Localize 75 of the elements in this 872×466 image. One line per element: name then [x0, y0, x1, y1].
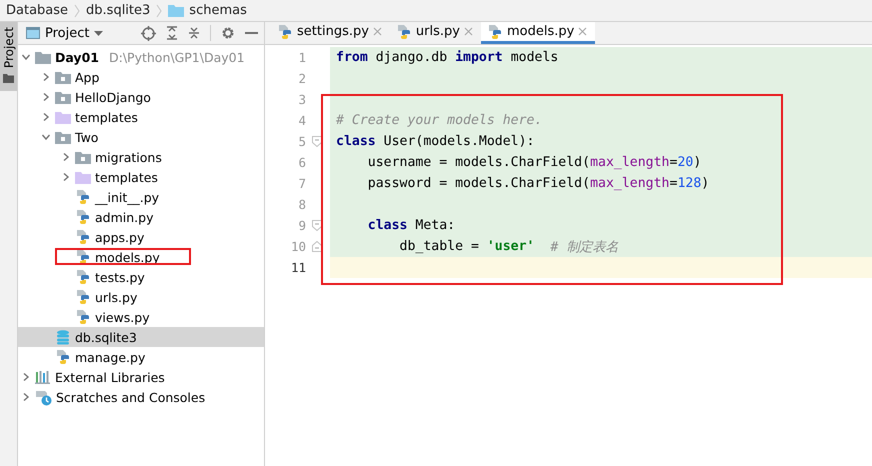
line-number: 8	[297, 197, 307, 212]
tree-item[interactable]: models.py	[18, 247, 264, 267]
scratch-icon	[35, 388, 52, 406]
chevron-down-icon[interactable]	[41, 132, 51, 142]
folder-icon	[55, 90, 71, 104]
line-number: 2	[297, 71, 307, 86]
tree-item[interactable]: templates	[18, 167, 264, 187]
expand-all-icon[interactable]	[166, 26, 178, 40]
folder-icon	[55, 70, 71, 84]
tree-item[interactable]: migrations	[18, 147, 264, 167]
tree-item[interactable]: Day01 D:\Python\GP1\Day01	[18, 47, 264, 67]
folder-icon	[55, 110, 71, 124]
breadcrumb[interactable]: db.sqlite3	[86, 3, 150, 18]
python-file-icon	[75, 209, 91, 225]
python-file-icon	[75, 249, 91, 265]
close-icon[interactable]	[578, 27, 588, 36]
python-file-icon	[75, 289, 91, 305]
line-number: 6	[297, 155, 307, 170]
line-number: 11	[290, 260, 307, 275]
line-number: 5	[297, 134, 307, 149]
tree-item[interactable]: manage.py	[18, 347, 264, 367]
line-number: 10	[290, 239, 307, 254]
tree-item[interactable]: tests.py	[18, 267, 264, 287]
window-icon	[26, 27, 40, 39]
caret-icon	[94, 30, 104, 36]
folder-icon	[55, 130, 71, 144]
python-file-icon	[75, 309, 91, 325]
locate-icon[interactable]	[141, 26, 156, 40]
line-number: 7	[297, 176, 307, 191]
fold-icon[interactable]	[312, 220, 322, 231]
tree-item[interactable]: __init__.py	[18, 187, 264, 207]
breadcrumb[interactable]: Database	[6, 3, 68, 18]
collapse-all-icon[interactable]	[188, 26, 200, 40]
folder-icon	[3, 74, 14, 84]
line-number: 1	[297, 50, 307, 65]
python-file-icon	[396, 24, 412, 40]
folder-path: D:\Python\GP1\Day01	[108, 50, 245, 64]
tree-item[interactable]: App	[18, 67, 264, 87]
tree-item[interactable]: apps.py	[18, 227, 264, 247]
line-number: 3	[297, 92, 307, 107]
python-file-icon	[486, 24, 503, 40]
tree-item[interactable]: views.py	[18, 307, 264, 327]
tree-item[interactable]: Scratches and Consoles	[18, 387, 264, 407]
fold-icon[interactable]	[312, 241, 322, 252]
editor-tab[interactable]: urls.py	[390, 22, 481, 44]
line-number: 9	[297, 218, 307, 233]
separator-icon	[74, 4, 80, 18]
chevron-down-icon[interactable]	[21, 52, 31, 62]
folder-icon	[35, 50, 51, 64]
breadcrumb[interactable]: schemas	[168, 3, 247, 18]
python-file-icon	[55, 349, 71, 365]
python-file-icon	[75, 229, 91, 245]
python-file-icon	[75, 189, 91, 205]
line-number: 4	[297, 113, 307, 128]
tree-item[interactable]: HelloDjango	[18, 87, 264, 107]
tree-item[interactable]: External Libraries	[18, 367, 264, 387]
tool-window-tab[interactable]: Project	[0, 22, 17, 92]
library-icon	[35, 370, 51, 384]
editor-tab[interactable]: models.py	[480, 22, 596, 44]
editor-tab[interactable]: settings.py	[271, 22, 390, 44]
tree-item[interactable]: Two	[18, 127, 264, 147]
separator-icon	[156, 4, 162, 18]
fold-icon[interactable]	[312, 136, 322, 147]
tree-item[interactable]: admin.py	[18, 207, 264, 227]
tree-item[interactable]: urls.py	[18, 287, 264, 307]
settings-icon[interactable]	[221, 26, 235, 40]
tree-item[interactable]: db.sqlite3	[18, 327, 264, 347]
folder-icon	[168, 4, 184, 17]
folder-icon	[75, 150, 91, 164]
tree-item[interactable]: templates	[18, 107, 264, 127]
database-icon	[55, 329, 71, 345]
folder-icon	[75, 170, 91, 184]
minimize-icon[interactable]	[245, 32, 258, 34]
python-file-icon	[75, 269, 91, 285]
python-file-icon	[277, 24, 293, 40]
